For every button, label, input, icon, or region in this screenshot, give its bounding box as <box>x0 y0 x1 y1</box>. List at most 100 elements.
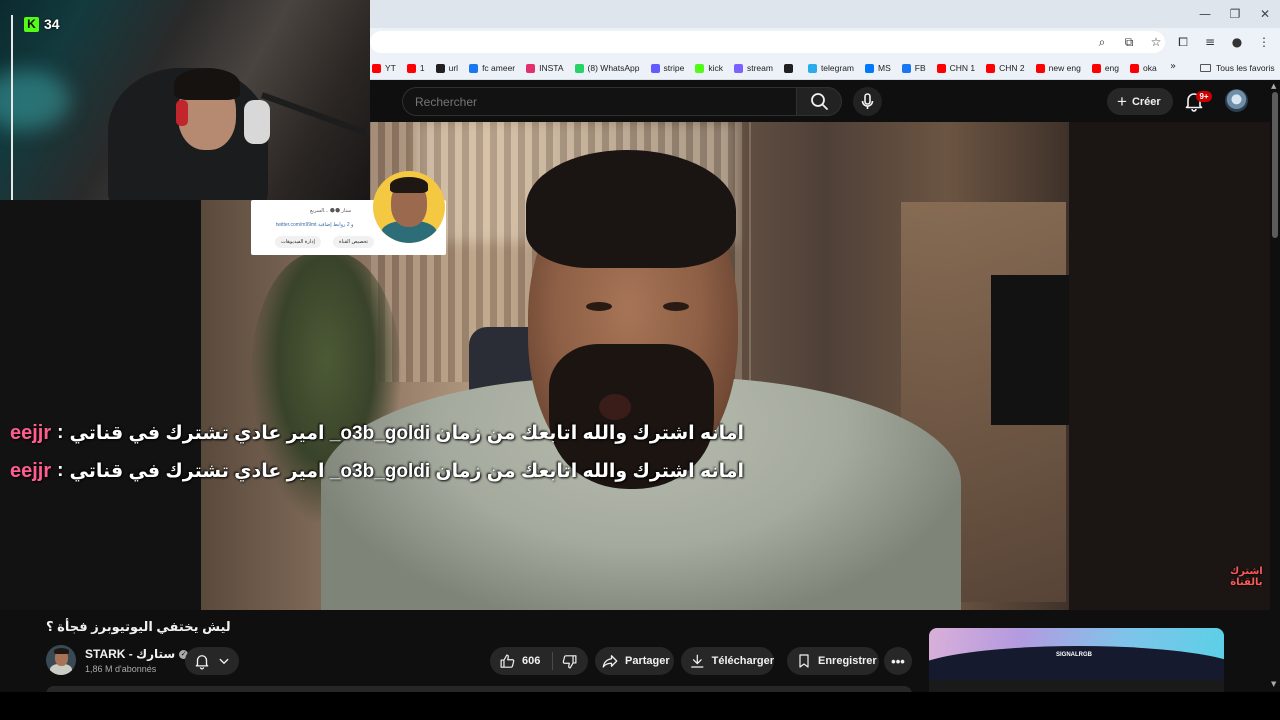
bookmark-favicon-icon <box>936 63 946 73</box>
channel-avatar[interactable] <box>46 645 76 675</box>
download-button[interactable]: Télécharger <box>681 647 774 675</box>
bookmark-favicon-icon <box>650 63 660 73</box>
save-button[interactable]: Enregistrer <box>787 647 879 675</box>
omnibox[interactable] <box>370 31 1165 53</box>
bookmark-label: MS <box>878 63 891 73</box>
bookmark-favicon-icon <box>783 63 793 73</box>
bookmark-label: eng <box>1104 63 1119 73</box>
zoom-icon[interactable]: ⌕ <box>1091 31 1113 53</box>
dislike-button[interactable] <box>553 653 578 670</box>
install-app-icon[interactable]: ⧉ <box>1118 31 1140 53</box>
more-actions-button[interactable]: ••• <box>884 647 912 675</box>
bookmark-item[interactable]: kick <box>695 63 723 73</box>
streamer-webcam: K 34 <box>0 0 370 200</box>
chat-message: امانه اشترك والله اتابعك من زمان o3b_gol… <box>69 460 745 482</box>
media-control-icon[interactable]: ≡ <box>1199 31 1221 53</box>
bookmark-item[interactable]: fc ameer <box>469 63 515 73</box>
bookmark-label: fc ameer <box>482 63 516 73</box>
bookmark-favicon-icon <box>695 63 705 73</box>
ad-brand-logo: SIGNALRGB <box>1056 652 1092 658</box>
download-label: Télécharger <box>711 655 774 667</box>
all-bookmarks-folder[interactable]: Tous les favoris <box>1200 56 1275 80</box>
bookmark-item[interactable]: 1 <box>406 63 425 73</box>
bookmark-label: CHN 1 <box>949 63 976 73</box>
channel-name-link[interactable]: STARK - ستارك ✓ <box>85 647 189 661</box>
profile-icon[interactable]: ● <box>1226 31 1248 53</box>
minimize-icon[interactable]: — <box>1190 0 1220 28</box>
bookmark-item[interactable]: stream <box>733 63 773 73</box>
menu-icon[interactable]: ⋮ <box>1253 31 1275 53</box>
bookmark-label: stripe <box>663 63 685 73</box>
share-icon <box>602 655 618 668</box>
chat-username: eejjr <box>10 421 52 444</box>
bookmark-favicon-icon <box>901 63 911 73</box>
taskbar <box>0 692 1280 720</box>
bookmark-list: YT 1 url fc ameer INSTA (8) WhatsApp stripe kic… <box>372 56 1168 80</box>
bookmark-favicon-icon <box>469 63 479 73</box>
bookmark-item[interactable]: stripe <box>650 63 685 73</box>
like-dislike-group: 606 <box>490 647 588 675</box>
streamer-hair <box>174 68 240 100</box>
scrollbar-thumb[interactable] <box>1272 92 1278 238</box>
presenter-eye-left <box>586 302 612 311</box>
bookmark-item[interactable]: MS <box>865 63 891 73</box>
thumbs-down-icon <box>562 654 577 668</box>
bookmark-item[interactable]: new eng <box>1035 63 1081 73</box>
bookmark-item[interactable]: eng <box>1091 63 1119 73</box>
scroll-down-icon[interactable]: ▼ <box>1271 680 1276 688</box>
account-avatar[interactable] <box>1225 89 1248 112</box>
like-button[interactable]: 606 <box>490 652 553 670</box>
thumbs-up-icon <box>500 654 515 668</box>
chat-separator: : <box>57 422 64 443</box>
bookmark-item[interactable]: FB <box>901 63 926 73</box>
card-avatar <box>373 171 445 243</box>
bookmark-favicon-icon <box>372 63 381 73</box>
close-icon[interactable]: ✕ <box>1250 0 1280 28</box>
bookmark-favicon-icon <box>406 63 416 73</box>
microphone <box>244 100 270 144</box>
bookmark-item[interactable]: CHN 1 <box>936 63 976 73</box>
bookmark-item[interactable]: YT <box>372 63 396 73</box>
channel-avatar-hair <box>54 648 69 654</box>
create-button[interactable]: + Créer <box>1107 88 1173 115</box>
headset-icon <box>176 100 188 126</box>
notification-badge: 9+ <box>1196 91 1212 102</box>
share-button[interactable]: Partager <box>595 647 674 675</box>
presenter-hair <box>526 150 736 268</box>
search-input[interactable] <box>415 88 785 115</box>
search-button[interactable] <box>796 87 842 116</box>
mic-arm <box>260 92 367 136</box>
bookmark-label: 1 <box>419 63 425 73</box>
scroll-up-icon[interactable]: ▲ <box>1271 82 1276 90</box>
voice-search-button[interactable] <box>853 87 882 116</box>
subscriber-count: 1,86 M d'abonnés <box>85 664 157 674</box>
restore-icon[interactable]: ❐ <box>1220 0 1250 28</box>
bookmark-item[interactable]: url <box>435 63 458 73</box>
bookmark-label: kick <box>708 63 723 73</box>
card-links-line: twitter.com/m99mt و 2 روابط إضافية <box>276 222 354 228</box>
bookmark-item[interactable]: CHN 2 <box>986 63 1025 73</box>
more-bookmarks-icon[interactable]: » <box>1170 61 1176 72</box>
kick-viewer-count: 34 <box>44 16 60 32</box>
cam-frame-edge <box>11 15 13 200</box>
subscribe-watermark[interactable]: اشترك بالقناة <box>1230 566 1263 588</box>
extensions-icon[interactable]: ⧠ <box>1172 31 1194 53</box>
bookmark-item[interactable]: telegram <box>807 63 854 73</box>
plus-icon: + <box>1117 92 1127 111</box>
bookmark-favicon-icon <box>807 63 817 73</box>
bookmark-item[interactable]: (8) WhatsApp <box>574 63 640 73</box>
sponsored-card[interactable]: SIGNALRGB <box>929 628 1224 698</box>
subscription-bell-button[interactable] <box>185 647 239 675</box>
bookmark-label: oka <box>1143 63 1157 73</box>
bookmark-item[interactable]: INSTA <box>526 63 564 73</box>
bookmark-item[interactable]: oka <box>1130 63 1157 73</box>
chat-message: امانه اشترك والله اتابعك من زمان o3b_gol… <box>69 422 745 444</box>
bookmark-favicon-icon <box>435 63 445 73</box>
bookmark-favicon-icon <box>574 63 584 73</box>
bookmark-star-icon[interactable]: ☆ <box>1145 31 1167 53</box>
kick-logo-icon: K <box>24 16 39 32</box>
bookmark-icon <box>799 654 809 668</box>
bookmark-label: stream <box>746 63 773 73</box>
bookmark-item[interactable] <box>783 63 797 73</box>
bookmark-favicon-icon <box>1091 63 1101 73</box>
